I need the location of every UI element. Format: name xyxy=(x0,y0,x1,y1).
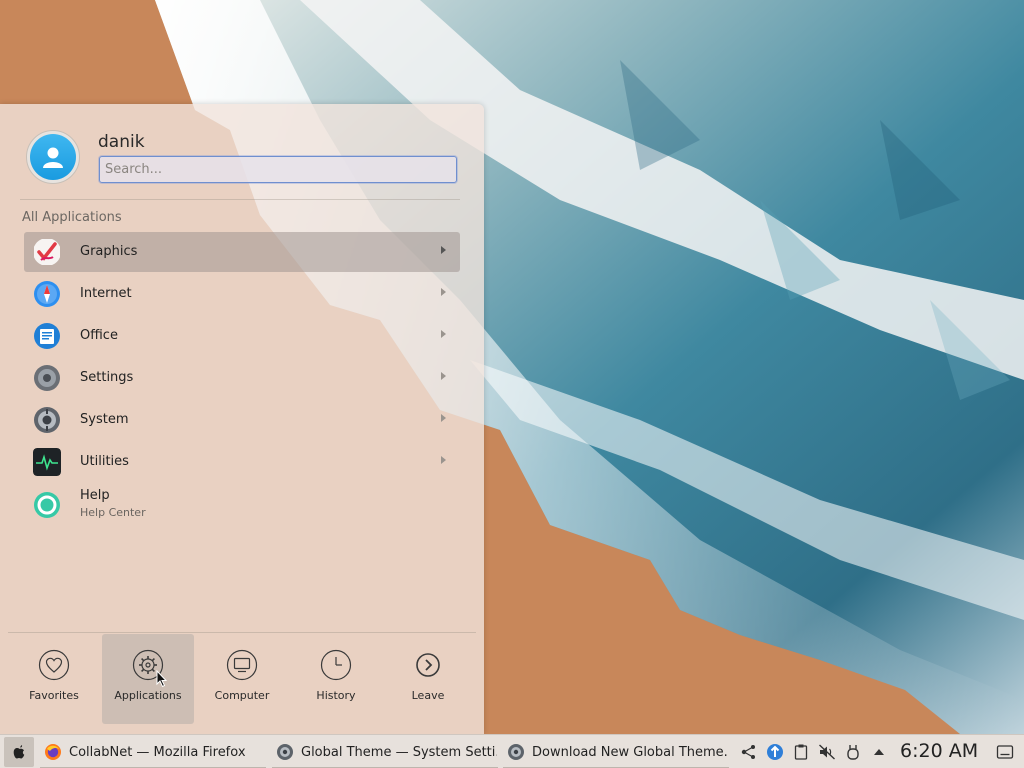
graphics-icon xyxy=(33,238,61,266)
chevron-right-icon xyxy=(441,288,446,296)
heart-icon xyxy=(38,649,70,681)
app-category-utilities[interactable]: Utilities xyxy=(24,442,460,482)
taskbar: CollabNet — Mozilla Firefox Global Theme… xyxy=(0,734,1024,768)
header-divider xyxy=(20,199,460,200)
app-category-label: Internet xyxy=(80,286,132,301)
app-category-graphics[interactable]: Graphics xyxy=(24,232,460,272)
computer-icon xyxy=(226,649,258,681)
task-label: Global Theme — System Setti... xyxy=(301,744,497,760)
help-icon xyxy=(33,491,61,519)
app-category-office[interactable]: Office xyxy=(24,316,460,356)
chevron-right-icon xyxy=(441,330,446,338)
mouse-cursor xyxy=(156,670,168,688)
tabs-divider xyxy=(8,632,476,633)
tab-favorites[interactable]: Favorites xyxy=(8,634,100,724)
app-category-label: System xyxy=(80,412,129,427)
tab-applications[interactable]: Applications xyxy=(102,634,194,724)
app-category-internet[interactable]: Internet xyxy=(24,274,460,314)
chevron-right-icon xyxy=(441,372,446,380)
tab-label: Computer xyxy=(214,689,270,702)
show-desktop-icon[interactable] xyxy=(996,743,1014,761)
system-settings-icon xyxy=(508,744,524,760)
clipboard-icon[interactable] xyxy=(792,743,810,761)
volume-muted-icon[interactable] xyxy=(818,743,836,761)
chevron-right-icon xyxy=(441,456,446,464)
settings-icon xyxy=(33,364,61,392)
app-category-label: Settings xyxy=(80,370,134,385)
task-firefox[interactable]: CollabNet — Mozilla Firefox xyxy=(38,737,268,768)
app-category-label: Office xyxy=(80,328,118,343)
app-category-label: Graphics xyxy=(80,244,138,259)
internet-icon xyxy=(33,280,61,308)
chevron-right-icon xyxy=(441,414,446,422)
firefox-icon xyxy=(45,744,61,760)
app-label: Help xyxy=(80,488,110,503)
task-download-global-theme[interactable]: Download New Global Theme... xyxy=(501,737,731,768)
update-notifier-icon[interactable] xyxy=(766,743,784,761)
task-global-theme[interactable]: Global Theme — System Setti... xyxy=(270,737,500,768)
app-category-settings[interactable]: Settings xyxy=(24,358,460,398)
app-category-system[interactable]: System xyxy=(24,400,460,440)
system-settings-icon xyxy=(277,744,293,760)
section-title: All Applications xyxy=(22,210,122,225)
user-avatar[interactable] xyxy=(26,130,80,184)
app-help-center[interactable]: Help Help Center xyxy=(24,484,460,526)
task-label: Download New Global Theme... xyxy=(532,744,728,760)
device-notifier-icon[interactable] xyxy=(844,743,862,761)
office-icon xyxy=(33,322,61,350)
apple-logo-icon xyxy=(13,745,25,759)
application-launcher-button[interactable] xyxy=(4,737,34,767)
tab-label: Applications xyxy=(114,689,182,702)
utilities-icon xyxy=(33,448,61,476)
clock-icon xyxy=(320,649,352,681)
tab-label: Favorites xyxy=(29,689,79,702)
tab-computer[interactable]: Computer xyxy=(196,634,288,724)
app-category-label: Utilities xyxy=(80,454,129,469)
search-input[interactable] xyxy=(99,156,457,183)
task-label: CollabNet — Mozilla Firefox xyxy=(69,744,246,760)
tab-label: History xyxy=(316,689,356,702)
leave-arrow-icon xyxy=(416,653,440,677)
user-icon xyxy=(30,134,76,180)
application-launcher: danik All Applications Graphics Internet xyxy=(0,104,484,734)
username-label: danik xyxy=(98,132,145,152)
app-sublabel: Help Center xyxy=(80,506,146,519)
tab-label: Leave xyxy=(411,689,445,702)
system-icon xyxy=(33,406,61,434)
clock[interactable]: 6:20 AM xyxy=(900,740,978,762)
kde-connect-icon[interactable] xyxy=(740,743,758,761)
tab-leave[interactable]: Leave xyxy=(382,634,474,724)
chevron-right-icon xyxy=(441,246,446,254)
expand-tray-icon[interactable] xyxy=(870,743,888,761)
tab-history[interactable]: History xyxy=(290,634,382,724)
